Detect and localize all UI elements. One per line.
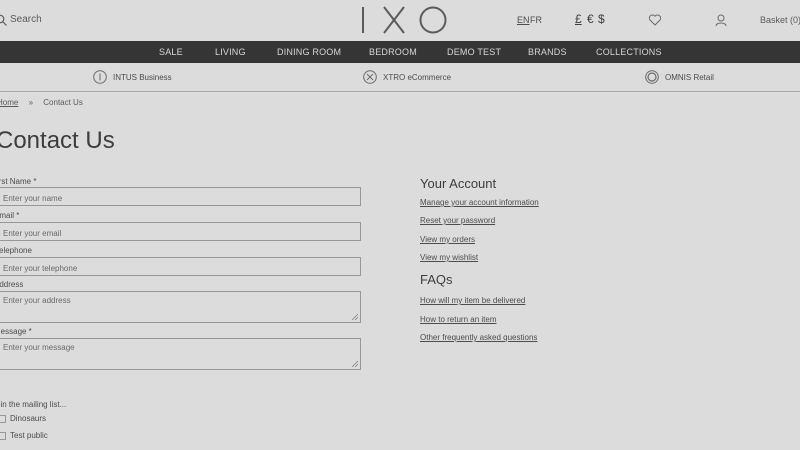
faq-heading: FAQs xyxy=(420,272,453,287)
basket-link[interactable]: Basket (0) xyxy=(760,15,800,25)
lang-en-link[interactable]: EN xyxy=(517,15,530,25)
address-placeholder: Enter your address xyxy=(3,296,71,305)
heart-icon[interactable] xyxy=(648,13,662,27)
brand-logo[interactable] xyxy=(360,4,450,36)
account-link[interactable]: Manage your account information xyxy=(420,198,539,207)
breadcrumb: Home » Contact Us xyxy=(0,98,83,107)
site-header: Search EN FR £ € $ Basket (0) xyxy=(0,0,800,42)
nav-item-demo-test[interactable]: DEMO TEST xyxy=(447,47,501,57)
page-title: Contact Us xyxy=(0,127,115,154)
nav-item-sale[interactable]: SALE xyxy=(159,47,183,57)
brand-omnis[interactable]: OMNIS Retail xyxy=(645,69,714,85)
first-name-label: First Name * xyxy=(0,177,37,186)
telephone-input[interactable] xyxy=(0,257,361,276)
message-textarea[interactable]: Enter your message xyxy=(0,338,361,370)
nav-item-brands[interactable]: BRANDS xyxy=(528,47,567,57)
account-link[interactable]: View my wishlist xyxy=(420,253,478,262)
brand-intus-label: INTUS Business xyxy=(113,72,172,82)
mailing-option-label: Dinosaurs xyxy=(10,414,47,423)
currency-gbp[interactable]: £ xyxy=(575,12,582,26)
faq-link[interactable]: How will my item be delivered xyxy=(420,296,525,305)
mailing-option-checkbox[interactable] xyxy=(0,415,6,423)
ring-icon xyxy=(645,70,659,84)
breadcrumb-separator: » xyxy=(28,98,34,107)
email-input[interactable] xyxy=(0,222,361,241)
search-label[interactable]: Search xyxy=(10,14,42,25)
faq-link[interactable]: Other frequently asked questions xyxy=(420,333,537,342)
mailing-option-checkbox[interactable] xyxy=(0,432,6,440)
breadcrumb-current: Contact Us xyxy=(43,98,83,107)
faq-link[interactable]: How to return an item xyxy=(420,315,496,324)
nav-item-living[interactable]: LIVING xyxy=(215,47,246,57)
brand-xtro[interactable]: XTRO eCommerce xyxy=(363,69,451,85)
main-nav: SALE LIVING DINING ROOM BEDROOM DEMO TES… xyxy=(0,41,800,63)
mailing-list-label: Join the mailing list... xyxy=(0,400,67,409)
message-label: Message * xyxy=(0,327,32,336)
x-circle-icon xyxy=(363,70,377,84)
message-placeholder: Enter your message xyxy=(3,343,75,352)
mailing-option-label: Test public xyxy=(10,431,48,440)
brand-omnis-label: OMNIS Retail xyxy=(665,72,714,82)
currency-eur[interactable]: € xyxy=(587,12,594,26)
brand-bar: INTUS Business XTRO eCommerce OMNIS Reta… xyxy=(0,63,800,92)
brand-intus[interactable]: INTUS Business xyxy=(93,69,172,85)
email-label: Email * xyxy=(0,211,20,220)
nav-item-collections[interactable]: COLLECTIONS xyxy=(596,47,662,57)
brand-xtro-label: XTRO eCommerce xyxy=(383,72,452,82)
resize-grip-icon[interactable] xyxy=(352,361,358,367)
account-heading: Your Account xyxy=(420,176,497,191)
account-link[interactable]: View my orders xyxy=(420,235,475,244)
info-circle-icon xyxy=(93,70,107,84)
search-icon[interactable] xyxy=(0,14,7,26)
currency-usd[interactable]: $ xyxy=(598,12,605,26)
first-name-input[interactable] xyxy=(0,187,361,206)
breadcrumb-home-link[interactable]: Home xyxy=(0,98,18,107)
resize-grip-icon[interactable] xyxy=(352,314,358,320)
telephone-label: Telephone xyxy=(0,246,32,255)
lang-fr-link[interactable]: FR xyxy=(530,15,542,25)
nav-item-bedroom[interactable]: BEDROOM xyxy=(369,47,417,57)
address-label: Address xyxy=(0,280,24,289)
user-icon[interactable] xyxy=(714,13,728,27)
account-link[interactable]: Reset your password xyxy=(420,216,495,225)
address-textarea[interactable]: Enter your address xyxy=(0,291,361,323)
nav-item-dining-room[interactable]: DINING ROOM xyxy=(277,47,341,57)
